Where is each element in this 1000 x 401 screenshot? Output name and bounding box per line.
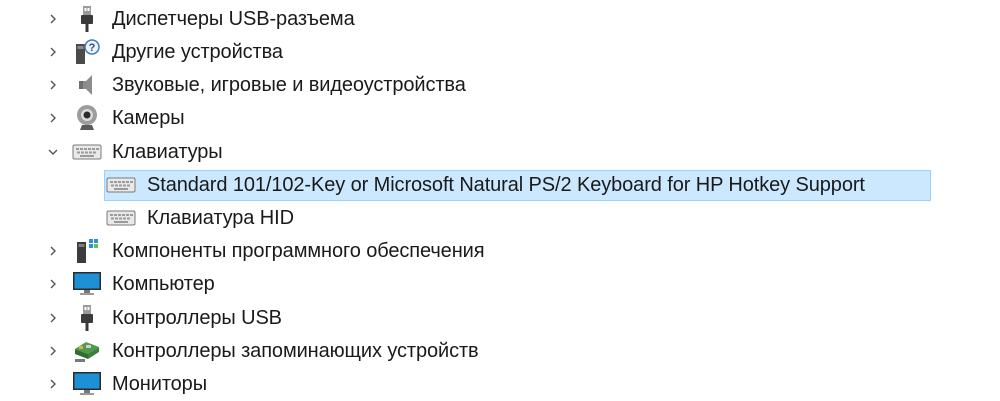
usb-plug-icon [72,304,102,332]
tree-item-other-devices[interactable]: ? Другие устройства [0,36,1000,69]
chevron-right-icon[interactable] [45,110,61,126]
tree-item-usb-controllers[interactable]: Контроллеры USB [0,302,1000,335]
chevron-right-icon[interactable] [45,343,61,359]
computer-monitor-icon [72,270,102,298]
storage-controller-icon [72,337,102,365]
computer-monitor-icon [72,370,102,398]
usb-plug-icon [72,5,102,33]
tree-item-label: Клавиатуры [112,141,223,163]
chevron-right-icon[interactable] [45,44,61,60]
keyboard-icon [106,171,136,199]
tree-item-label: Компьютер [112,273,215,295]
tree-item-keyboards[interactable]: Клавиатуры [0,136,1000,169]
unknown-device-icon: ? [72,38,102,66]
tree-item-sound-video-game[interactable]: Звуковые, игровые и видеоустройства [0,69,1000,102]
webcam-icon [72,104,102,132]
software-component-icon [72,237,102,265]
tree-item-hid-keyboard[interactable]: Клавиатура HID [0,202,1000,235]
keyboard-icon [72,138,102,166]
chevron-right-icon[interactable] [45,310,61,326]
tree-item-label: Компоненты программного обеспечения [112,240,485,262]
tree-item-usb-connector-managers[interactable]: Диспетчеры USB-разъема [0,3,1000,36]
chevron-right-icon[interactable] [45,11,61,27]
chevron-right-icon[interactable] [45,243,61,259]
tree-item-monitors[interactable]: Мониторы [0,368,1000,401]
device-tree: Диспетчеры USB-разъема ? Другие устройст… [0,0,1000,401]
tree-item-label: Мониторы [112,373,207,395]
chevron-right-icon[interactable] [45,77,61,93]
tree-item-standard-ps2-keyboard[interactable]: Standard 101/102-Key or Microsoft Natura… [0,169,1000,202]
chevron-down-icon[interactable] [45,144,61,160]
tree-item-label: Контроллеры запоминающих устройств [112,340,479,362]
tree-item-label: Камеры [112,107,185,129]
tree-item-label: Звуковые, игровые и видеоустройства [112,74,466,96]
tree-item-label: Другие устройства [112,41,283,63]
chevron-right-icon[interactable] [45,376,61,392]
speaker-icon [72,71,102,99]
tree-item-label: Клавиатура HID [147,207,294,229]
tree-item-storage-controllers[interactable]: Контроллеры запоминающих устройств [0,335,1000,368]
tree-item-cameras[interactable]: Камеры [0,102,1000,135]
tree-item-label: Диспетчеры USB-разъема [112,8,355,30]
tree-item-label: Контроллеры USB [112,307,282,329]
chevron-right-icon[interactable] [45,276,61,292]
tree-item-label: Standard 101/102-Key or Microsoft Natura… [147,174,865,196]
tree-item-computer[interactable]: Компьютер [0,268,1000,301]
svg-text:?: ? [89,42,96,54]
keyboard-icon [106,204,136,232]
tree-item-software-components[interactable]: Компоненты программного обеспечения [0,235,1000,268]
